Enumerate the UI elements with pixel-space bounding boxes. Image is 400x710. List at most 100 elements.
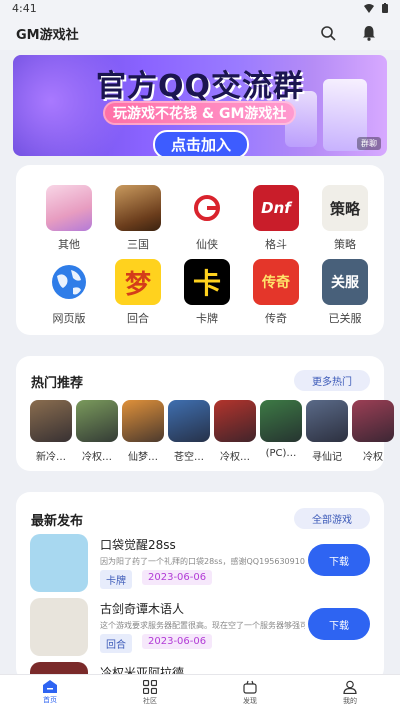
nav-home[interactable]: 首页 xyxy=(0,675,100,710)
category-item[interactable]: 关服 已关服 xyxy=(312,259,378,331)
globe-icon xyxy=(46,259,92,305)
category-icon-text: 策略 xyxy=(329,199,360,218)
hot-game-label: 冷权 xyxy=(363,452,383,463)
download-button[interactable]: 下载 xyxy=(308,608,370,640)
game-name: 古剑奇谭木语人 xyxy=(100,602,185,616)
hot-game-label: 苍空… xyxy=(174,452,204,463)
category-item[interactable]: 网页版 xyxy=(36,259,102,331)
nav-label: 首页 xyxy=(43,696,57,704)
game-list-item[interactable]: 古剑奇谭木语人 这个游戏要求服务器配置很高。现在空了一个服务器够强可… 回合 2… xyxy=(30,598,370,660)
banner-title: 官方QQ交流群 xyxy=(95,69,304,104)
category-icon-text: 卡 xyxy=(192,267,221,300)
category-item[interactable]: 传奇 传奇 xyxy=(243,259,309,331)
profile-icon xyxy=(343,680,357,694)
game-date-tag: 2023-06-06 xyxy=(142,634,213,649)
game-icon xyxy=(214,400,256,442)
category-item[interactable]: 策略 策略 xyxy=(312,185,378,257)
hot-game-item[interactable]: 仙梦… xyxy=(122,400,164,463)
category-item[interactable]: 三国 xyxy=(105,185,171,257)
latest-section-title: 最新发布 xyxy=(31,514,84,529)
hot-game-item[interactable]: 寻仙记 xyxy=(306,400,348,463)
hot-game-item[interactable]: 冷权 xyxy=(352,400,394,463)
category-label: 网页版 xyxy=(52,312,86,325)
bottom-navigation: 首页 社区 发现 我的 xyxy=(0,674,400,710)
nav-profile[interactable]: 我的 xyxy=(300,675,400,710)
xianxia-logo-icon xyxy=(184,185,230,231)
category-item[interactable]: 梦回合 xyxy=(105,259,171,331)
category-label: 策略 xyxy=(334,238,356,251)
category-item[interactable]: 卡卡牌 xyxy=(174,259,240,331)
category-card: 其他 三国 仙侠 Dnf 格斗 策略 策略 网页版梦回合卡卡牌 传奇 传奇 关服 已关服 xyxy=(16,165,384,335)
hot-game-item[interactable]: 新冷… xyxy=(30,400,72,463)
banner-join-button[interactable]: 点击加入 xyxy=(153,130,250,156)
game-icon xyxy=(30,598,88,656)
game-category-tag: 回合 xyxy=(100,634,132,653)
category-label: 仙侠 xyxy=(196,238,218,251)
hot-game-item[interactable]: (PC)… xyxy=(260,400,302,463)
game-icon xyxy=(76,400,118,442)
dream-icon: 梦 xyxy=(115,259,161,305)
category-label: 回合 xyxy=(127,312,149,325)
game-icon xyxy=(306,400,348,442)
hot-game-label: 寻仙记 xyxy=(312,452,342,463)
app-title: GM游戏社 xyxy=(16,27,79,43)
search-icon[interactable] xyxy=(320,25,336,41)
status-bar: 4:41 xyxy=(0,0,400,16)
category-icon-text: 传奇 xyxy=(262,275,290,291)
hot-game-label: 冷权… xyxy=(82,452,112,463)
banner-subtitle: 玩游戏不花钱 & GM游戏社 xyxy=(103,101,297,125)
strategy-text-icon: 策略 xyxy=(322,185,368,231)
anime-girl-icon xyxy=(46,185,92,231)
home-icon xyxy=(43,680,57,693)
legend-icon: 传奇 xyxy=(253,259,299,305)
more-hot-button[interactable]: 更多热门 xyxy=(294,370,370,391)
category-label: 格斗 xyxy=(265,238,287,251)
hot-game-item[interactable]: 冷权… xyxy=(214,400,256,463)
latest-release-card: 最新发布 全部游戏 口袋觉醒28ss 因为阳了药了一个礼拜的口袋28ss，感谢Q… xyxy=(16,492,384,682)
grid-icon xyxy=(143,680,157,694)
nav-community[interactable]: 社区 xyxy=(100,675,200,710)
closed-server-icon: 关服 xyxy=(322,259,368,305)
category-item[interactable]: 仙侠 xyxy=(174,185,240,257)
game-name: 口袋觉醒28ss xyxy=(100,538,176,552)
hot-game-label: 冷权… xyxy=(220,452,250,463)
card-icon: 卡 xyxy=(184,259,230,305)
game-description: 这个游戏要求服务器配置很高。现在空了一个服务器够强可… xyxy=(100,621,305,630)
category-label: 传奇 xyxy=(265,312,287,325)
category-item[interactable]: Dnf 格斗 xyxy=(243,185,309,257)
banner-tag: 群聊 xyxy=(357,137,381,150)
hot-game-item[interactable]: 苍空… xyxy=(168,400,210,463)
wifi-icon xyxy=(364,3,374,13)
warrior-icon xyxy=(115,185,161,231)
game-date-tag: 2023-06-06 xyxy=(142,570,213,585)
game-list-item[interactable]: 口袋觉醒28ss 因为阳了药了一个礼拜的口袋28ss，感谢QQ195630910… xyxy=(30,534,370,596)
download-button[interactable]: 下载 xyxy=(308,544,370,576)
nav-label: 我的 xyxy=(343,697,357,705)
discover-icon xyxy=(243,680,257,694)
category-label: 卡牌 xyxy=(196,312,218,325)
nav-label: 发现 xyxy=(243,697,257,705)
notification-bell-icon[interactable] xyxy=(362,25,376,41)
game-icon xyxy=(30,400,72,442)
game-icon xyxy=(122,400,164,442)
hot-game-label: 仙梦… xyxy=(128,452,158,463)
category-item[interactable]: 其他 xyxy=(36,185,102,257)
hot-game-item[interactable]: 冷权… xyxy=(76,400,118,463)
game-description: 因为阳了药了一个礼拜的口袋28ss，感谢QQ1956309106赞… xyxy=(100,557,305,566)
game-icon xyxy=(260,400,302,442)
nav-discover[interactable]: 发现 xyxy=(200,675,300,710)
game-icon xyxy=(352,400,394,442)
qq-group-banner[interactable]: 官方QQ交流群 玩游戏不花钱 & GM游戏社 点击加入 群聊 xyxy=(13,55,387,156)
hot-game-label: 新冷… xyxy=(36,452,66,463)
game-category-tag: 卡牌 xyxy=(100,570,132,589)
game-icon xyxy=(30,534,88,592)
hot-game-label: (PC)… xyxy=(265,448,297,459)
dnf-logo-icon: Dnf xyxy=(253,185,299,231)
game-icon xyxy=(168,400,210,442)
nav-label: 社区 xyxy=(143,697,157,705)
category-icon-text: 关服 xyxy=(331,275,359,291)
all-games-button[interactable]: 全部游戏 xyxy=(294,508,370,529)
category-icon-text: Dnf xyxy=(261,199,291,217)
status-time: 4:41 xyxy=(12,1,37,15)
hot-section-title: 热门推荐 xyxy=(31,376,84,391)
